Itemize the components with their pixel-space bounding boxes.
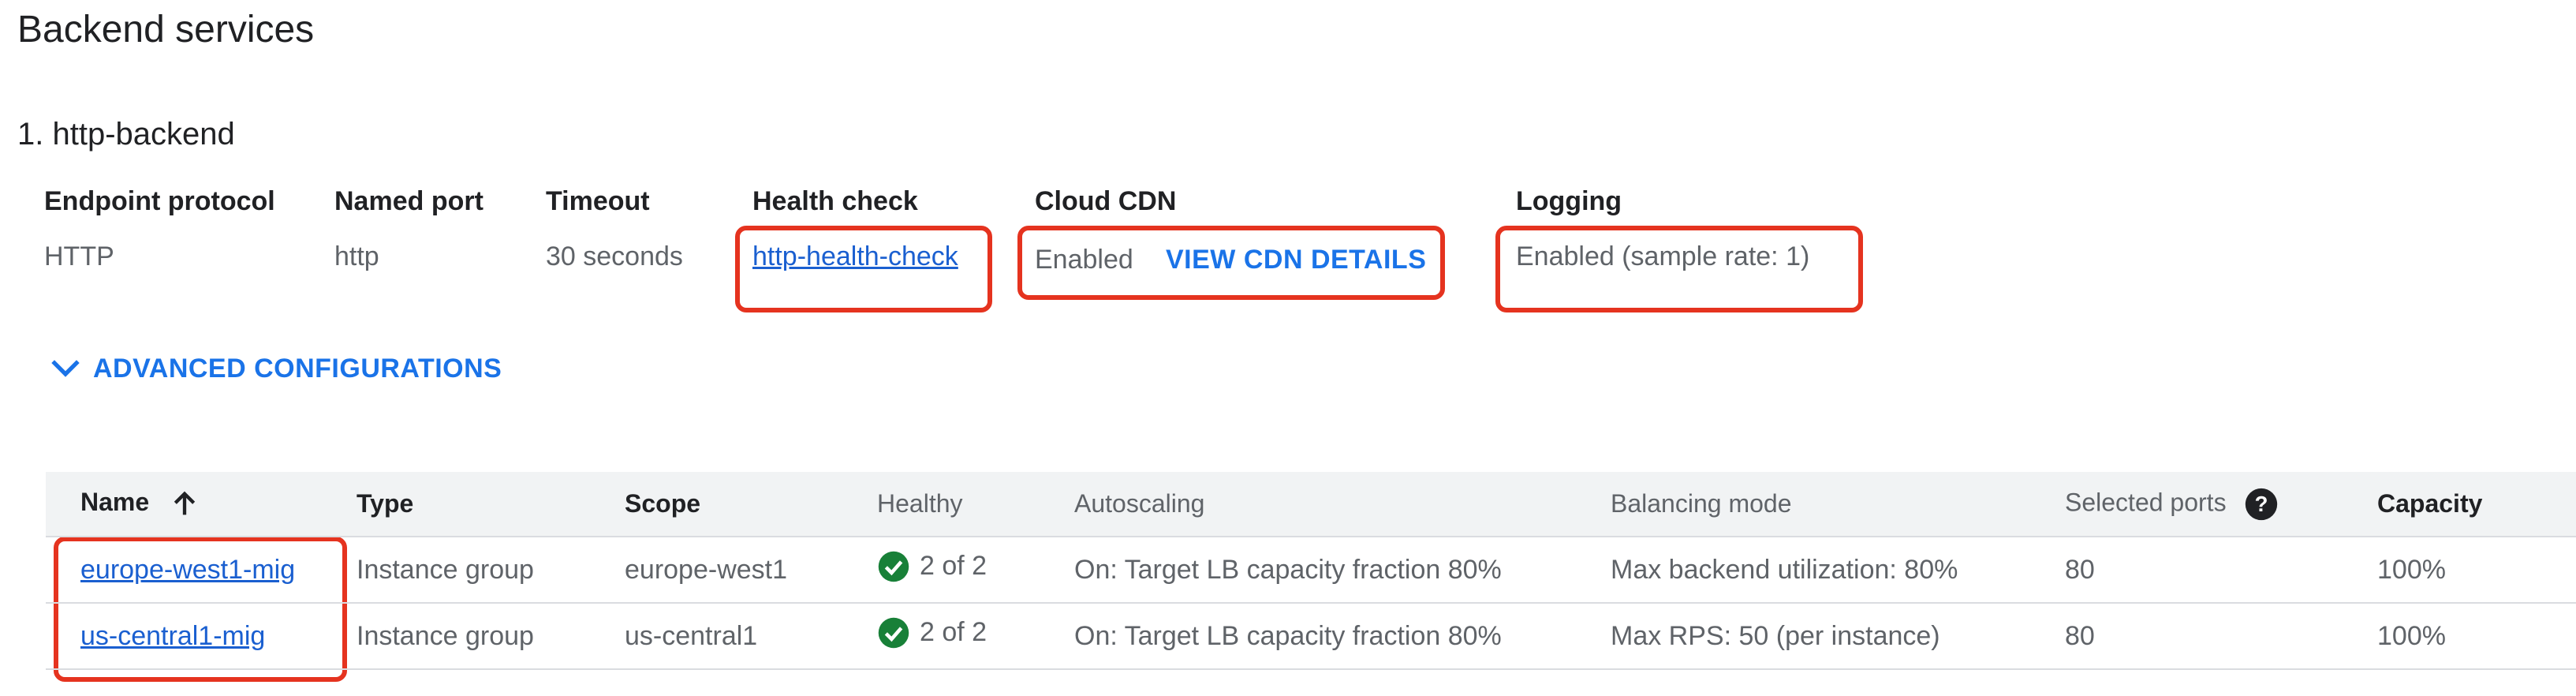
endpoint-protocol-label: Endpoint protocol [44,186,275,216]
backends-table: Name Type Scope Healthy Autoscaling Bala… [46,472,2576,670]
row-capacity: 100% [2377,554,2446,585]
named-port-value: http [334,241,379,271]
column-header-capacity[interactable]: Capacity [2377,472,2576,537]
row-healthy: 2 of 2 [877,537,1074,603]
row-selected-ports: 80 [2065,554,2095,585]
row-scope: europe-west1 [625,554,788,585]
row-type: Instance group [357,620,534,651]
column-header-selected-ports: Selected ports ? [2065,472,2377,537]
help-circle-icon[interactable]: ? [2244,487,2279,522]
timeout-label: Timeout [546,186,650,216]
check-circle-icon [878,551,909,582]
table-row: europe-west1-mig Instance group europe-w… [46,537,2576,603]
column-header-autoscaling: Autoscaling [1074,489,1205,518]
instance-group-link[interactable]: us-central1-mig [80,621,265,651]
row-selected-ports: 80 [2065,620,2095,651]
svg-text:?: ? [2255,492,2268,516]
health-check-label: Health check [752,186,918,216]
row-balancing-mode: Max backend utilization: 80% [1611,554,1958,585]
cloud-cdn-value: Enabled [1035,245,1133,275]
column-header-name[interactable]: Name [46,472,357,537]
check-circle-icon [878,617,909,648]
timeout-value: 30 seconds [546,241,683,271]
column-header-healthy: Healthy [877,489,963,518]
advanced-configurations-label: ADVANCED CONFIGURATIONS [93,353,502,384]
page-title: Backend services [17,9,315,51]
row-type: Instance group [357,554,534,585]
row-balancing-mode: Max RPS: 50 (per instance) [1611,620,1940,651]
column-header-balancing-mode: Balancing mode [1611,489,1792,518]
row-autoscaling: On: Target LB capacity fraction 80% [1074,554,1502,585]
instance-group-link[interactable]: europe-west1-mig [80,555,295,585]
logging-value: Enabled (sample rate: 1) [1516,241,1810,271]
table-header-row: Name Type Scope Healthy Autoscaling Bala… [46,472,2576,537]
named-port-label: Named port [334,186,483,216]
row-healthy: 2 of 2 [877,603,1074,669]
chevron-down-icon [51,360,80,377]
backend-title: 1. http-backend [17,117,235,152]
view-cdn-details-button[interactable]: VIEW CDN DETAILS [1166,245,1426,275]
row-capacity: 100% [2377,620,2446,651]
advanced-configurations-toggle[interactable]: ADVANCED CONFIGURATIONS [49,352,502,385]
endpoint-protocol-value: HTTP [44,241,114,271]
column-header-scope[interactable]: Scope [625,472,877,537]
row-autoscaling: On: Target LB capacity fraction 80% [1074,620,1502,651]
arrow-up-icon[interactable] [169,488,200,520]
table-row: us-central1-mig Instance group us-centra… [46,603,2576,669]
column-header-type[interactable]: Type [357,472,625,537]
logging-label: Logging [1516,186,1622,216]
row-scope: us-central1 [625,620,758,651]
cloud-cdn-label: Cloud CDN [1035,186,1177,216]
health-check-link[interactable]: http-health-check [752,241,958,272]
